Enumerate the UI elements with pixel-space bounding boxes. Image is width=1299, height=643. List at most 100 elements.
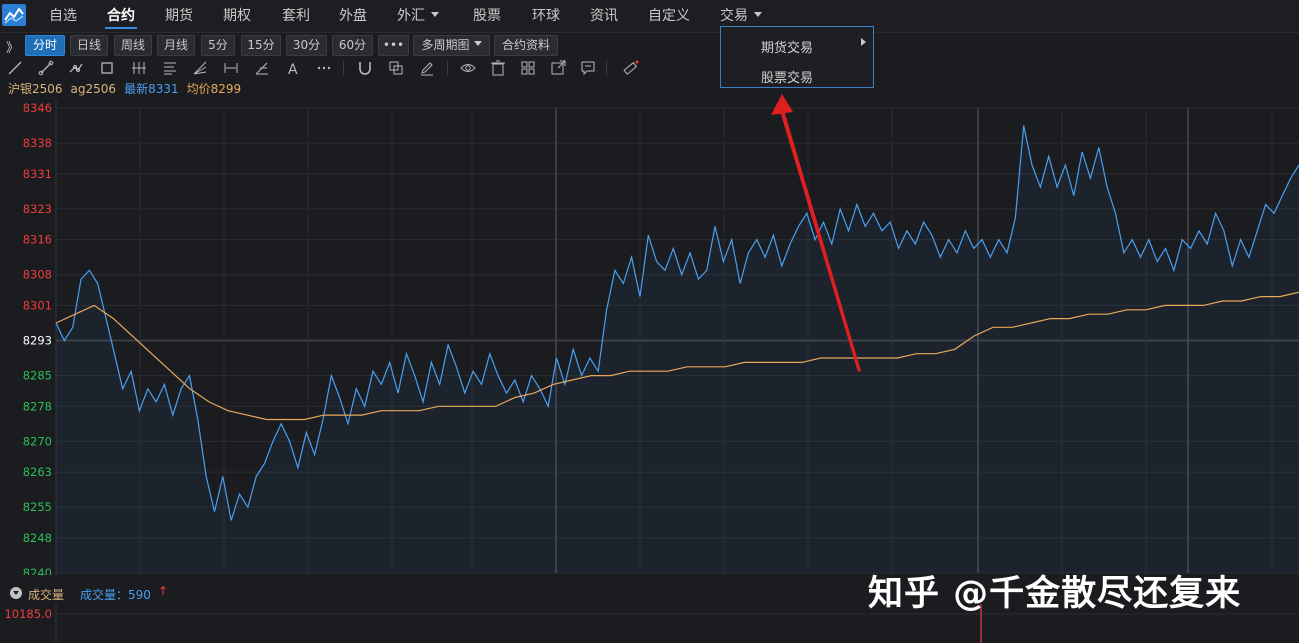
- fib-icon[interactable]: [161, 59, 179, 77]
- grid-icon[interactable]: [519, 59, 537, 77]
- y-tick-label: 8323: [23, 202, 52, 216]
- nav-item-label: 交易: [720, 8, 748, 24]
- nav-item-label: 资讯: [590, 8, 618, 24]
- nav-item-2[interactable]: 期货: [165, 0, 193, 33]
- toolbar-divider: [343, 61, 344, 75]
- ruler-icon[interactable]: [621, 59, 639, 77]
- price-area: [56, 125, 1299, 573]
- caret-down-icon: [431, 11, 439, 17]
- pencil-icon[interactable]: [418, 59, 436, 77]
- period-button-2[interactable]: 周线: [114, 35, 152, 56]
- fan-icon[interactable]: [191, 59, 209, 77]
- watermark: 知乎 @千金散尽还复来: [868, 574, 1242, 614]
- menu-item-stock-trading[interactable]: 股票交易: [761, 67, 813, 86]
- toolbar-divider: [447, 61, 448, 75]
- drawing-toolbar: A: [0, 58, 1299, 78]
- period-button-label: 5分: [208, 38, 228, 52]
- period-button-label: 日线: [76, 38, 101, 52]
- period-toolbar: 》 分时 日线 周线 月线 5分 15分 30分 60分 ••• 多周期图 合约资料: [0, 34, 1299, 57]
- contract-code: ag2506: [70, 82, 117, 96]
- comment-icon[interactable]: [579, 59, 597, 77]
- y-tick-label: 8316: [23, 233, 52, 247]
- nav-item-label: 自选: [49, 8, 77, 24]
- average-price: 均价8299: [186, 82, 242, 96]
- top-nav: 自选 合约 期货 期权 套利 外盘 外汇 股票 环球 资讯 自定义 交易: [0, 0, 1299, 33]
- y-tick-label: 8301: [23, 298, 52, 312]
- collapse-toggle-icon[interactable]: [10, 587, 22, 599]
- angle-icon[interactable]: [253, 59, 271, 77]
- period-button-3[interactable]: 月线: [157, 35, 195, 56]
- period-button-5[interactable]: 15分: [241, 35, 281, 56]
- price-chart[interactable]: 8346 8338 8331 8323 8316 8308 8301 8293 8285 8278…: [0, 100, 1299, 575]
- nav-item-label: 期货: [165, 8, 193, 24]
- y-tick-label: 8248: [23, 531, 52, 545]
- contract-name: 沪银2506: [8, 82, 63, 96]
- y-tick-label: 8338: [23, 136, 52, 150]
- y-tick-label: 8308: [23, 268, 52, 282]
- caret-down-icon: [754, 11, 762, 17]
- polyline-icon[interactable]: [67, 59, 85, 77]
- toolbar-divider: [606, 61, 607, 75]
- nav-item-label: 自定义: [648, 8, 690, 24]
- nav-item-3[interactable]: 期权: [223, 0, 251, 33]
- parallel-icon[interactable]: [130, 59, 148, 77]
- ray-icon[interactable]: [37, 59, 55, 77]
- latest-price: 最新8331: [124, 82, 179, 96]
- period-button-label: •••: [382, 38, 405, 52]
- period-button-1[interactable]: 日线: [70, 35, 108, 56]
- nav-item-label: 期权: [223, 8, 251, 24]
- nav-item-4[interactable]: 套利: [282, 0, 310, 33]
- text-icon[interactable]: A: [284, 59, 302, 78]
- trade-dropdown-menu: 期货交易 股票交易: [720, 26, 874, 88]
- nav-item-10[interactable]: 自定义: [648, 0, 690, 33]
- y-tick-label: 8293: [23, 334, 52, 348]
- period-button-0[interactable]: 分时: [25, 35, 65, 56]
- nav-item-label: 股票: [473, 8, 501, 24]
- rect-icon[interactable]: [98, 59, 116, 77]
- y-tick-label: 8285: [23, 369, 52, 383]
- nav-item-6[interactable]: 外汇: [397, 0, 439, 33]
- y-tick-label: 8331: [23, 167, 52, 181]
- up-arrow-icon: ↑: [158, 584, 169, 598]
- nav-item-label: 合约: [107, 8, 135, 24]
- line-icon[interactable]: [6, 59, 24, 77]
- period-button-label: 月线: [163, 38, 188, 52]
- expand-toggle-icon[interactable]: 》: [6, 37, 19, 56]
- period-button-label: 分时: [32, 38, 57, 52]
- nav-item-label: 套利: [282, 8, 310, 24]
- period-button-label: 30分: [292, 38, 321, 52]
- nav-item-7[interactable]: 股票: [473, 0, 501, 33]
- period-button-label: 60分: [338, 38, 367, 52]
- trash-icon[interactable]: [489, 59, 507, 77]
- nav-item-8[interactable]: 环球: [532, 0, 560, 33]
- nav-item-label: 环球: [532, 8, 560, 24]
- export-icon[interactable]: [549, 59, 567, 77]
- nav-item-0[interactable]: 自选: [49, 0, 77, 33]
- app-logo-icon[interactable]: [2, 4, 26, 26]
- menu-item-futures-trading[interactable]: 期货交易: [761, 37, 813, 56]
- annotation-arrow-icon: [771, 94, 861, 372]
- volume-value: 成交量：590: [80, 588, 151, 602]
- submenu-arrow-icon: [861, 38, 866, 46]
- magnet-icon[interactable]: [356, 59, 374, 77]
- eye-icon[interactable]: [459, 59, 477, 77]
- period-button-label: 周线: [120, 38, 145, 52]
- period-button-7[interactable]: 60分: [332, 35, 373, 56]
- period-button-8[interactable]: •••: [378, 35, 409, 56]
- nav-item-label: 外盘: [339, 8, 367, 24]
- period-button-10[interactable]: 合约资料: [494, 35, 558, 56]
- period-button-4[interactable]: 5分: [201, 35, 235, 56]
- quote-line: 沪银2506 ag2506 最新8331 均价8299: [8, 80, 249, 96]
- period-button-6[interactable]: 30分: [286, 35, 327, 56]
- measure-icon[interactable]: [222, 59, 240, 77]
- period-button-label: 多周期图: [421, 38, 470, 52]
- period-button-label: 15分: [247, 38, 275, 52]
- nav-item-5[interactable]: 外盘: [339, 0, 367, 33]
- copy-icon[interactable]: [387, 59, 405, 77]
- nav-item-9[interactable]: 资讯: [590, 0, 618, 33]
- period-button-9[interactable]: 多周期图: [413, 35, 490, 56]
- volume-scale-top: 10185.0: [4, 607, 52, 621]
- nav-item-1[interactable]: 合约: [105, 0, 137, 33]
- period-button-label: 合约资料: [501, 38, 550, 52]
- more-icon[interactable]: [315, 59, 333, 77]
